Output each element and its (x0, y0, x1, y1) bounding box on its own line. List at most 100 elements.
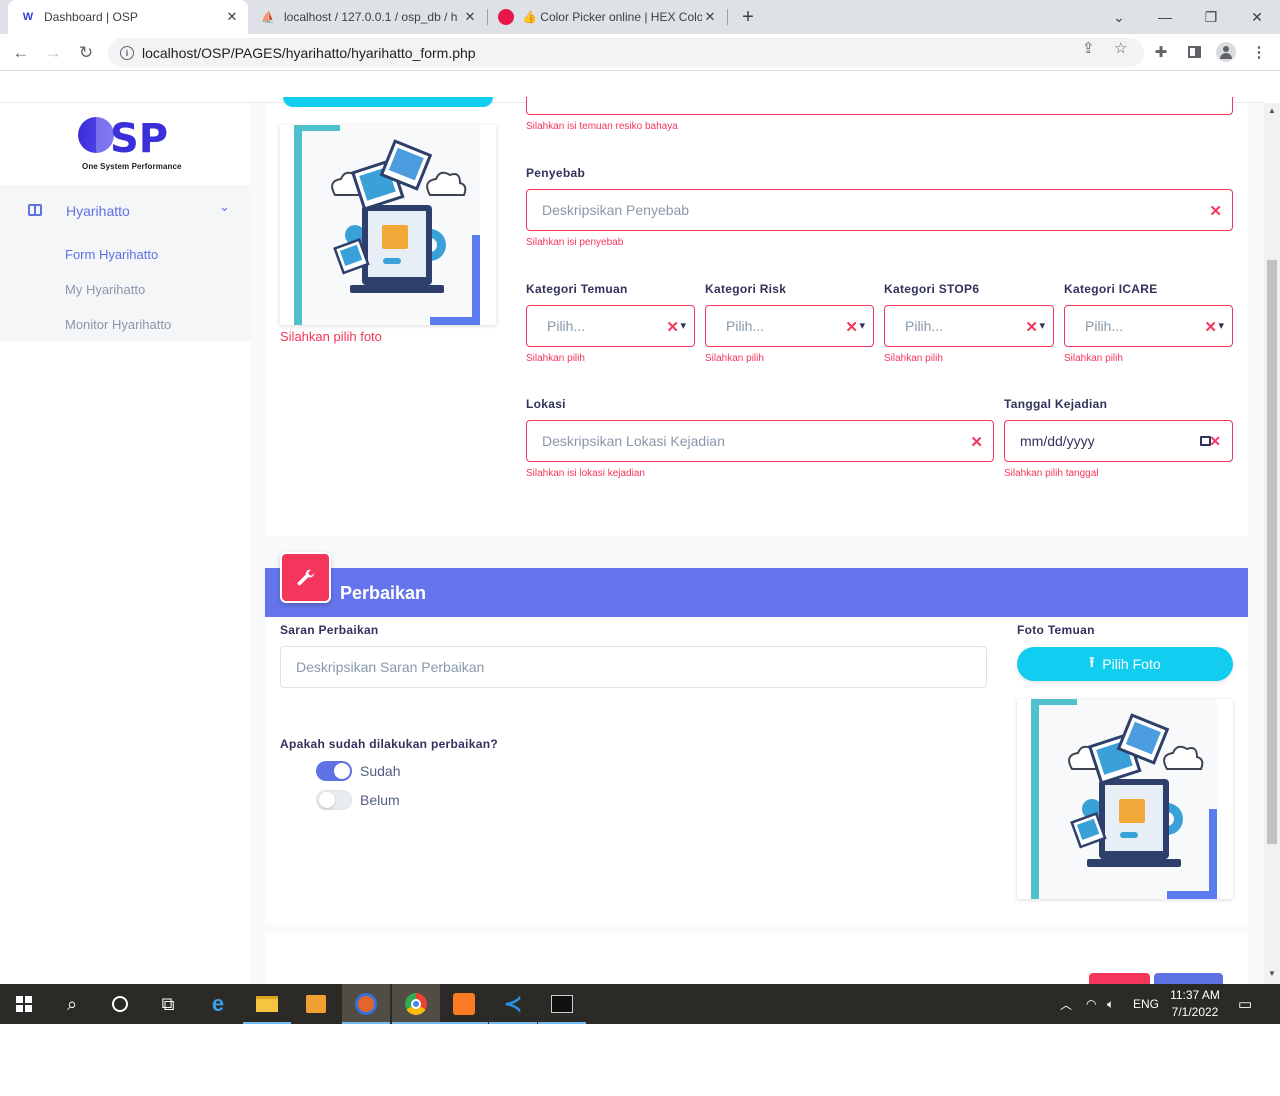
tab-title: 👍 Color Picker online | HEX Colo (522, 10, 702, 24)
xampp-icon[interactable] (440, 984, 488, 1024)
page-scrollbar[interactable]: ▲ ▼ (1264, 103, 1280, 984)
cancel-button[interactable] (1089, 973, 1150, 984)
temuan-input[interactable] (526, 97, 1233, 115)
tab-search-button[interactable]: ⌄ (1096, 0, 1142, 34)
sidebar-item-form-hyarihatto[interactable]: Form Hyarihatto (65, 247, 158, 262)
close-tab-icon[interactable]: ✕ (224, 9, 240, 25)
new-tab-button[interactable]: + (735, 0, 761, 34)
kategori-stop6-select[interactable]: Pilih... ✕ ▾ (884, 305, 1054, 347)
desktop-below (0, 1024, 1280, 1096)
belum-toggle[interactable] (316, 790, 352, 810)
file-explorer-icon[interactable] (243, 984, 291, 1024)
site-info-icon[interactable]: i (120, 45, 134, 60)
pilih-foto-label: Pilih Foto (1102, 656, 1161, 672)
browser-toolbar: ← → ↻ i localhost/OSP/PAGES/hyarihatto/h… (0, 34, 1280, 71)
chevron-down-icon: ▾ (680, 320, 686, 332)
kategori-temuan-label: Kategori Temuan (526, 282, 628, 296)
logo-subtitle: One System Performance (82, 162, 182, 171)
share-icon[interactable]: ⇪ (1082, 39, 1095, 57)
sidebar-section-hyarihatto: Hyarihatto ⌄ Form Hyarihatto My Hyarihat… (0, 185, 250, 341)
extensions-puzzle-icon[interactable]: ✚ (1151, 42, 1171, 62)
cortana-icon[interactable] (96, 984, 144, 1024)
kategori-stop6-label: Kategori STOP6 (884, 282, 980, 296)
menu-kebab-icon[interactable]: ⋮ (1249, 42, 1269, 62)
bookmark-star-icon[interactable]: ☆ (1114, 39, 1127, 57)
side-panel-icon[interactable] (1184, 42, 1204, 62)
network-icon[interactable]: ◠ (1086, 984, 1096, 1024)
perbaikan-question: Apakah sudah dilakukan perbaikan? (280, 737, 498, 751)
windows-start-icon[interactable] (0, 984, 48, 1024)
kategori-risk-label: Kategori Risk (705, 282, 787, 296)
saran-input[interactable]: Deskripsikan Saran Perbaikan (280, 646, 987, 688)
windows-logo-glyph (16, 996, 32, 1012)
chevron-down-icon: ⌄ (219, 199, 230, 214)
terminal-icon[interactable] (538, 984, 586, 1024)
sidebar-item-monitor-hyarihatto[interactable]: Monitor Hyarihatto (65, 317, 171, 332)
select-placeholder: Pilih... (905, 318, 944, 334)
sidebar-item-hyarihatto[interactable]: Hyarihatto ⌄ (0, 185, 250, 237)
notification-icon[interactable]: ▭ (1238, 984, 1252, 1024)
tanggal-input[interactable]: mm/dd/yyyy ✕ (1004, 420, 1233, 462)
lokasi-input[interactable]: Deskripsikan Lokasi Kejadian ✕ (526, 420, 994, 462)
scroll-down-arrow-icon[interactable]: ▼ (1268, 969, 1276, 978)
kategori-stop6-error: Silahkan pilih (884, 353, 943, 364)
penyebab-input[interactable]: Deskripsikan Penyebab ✕ (526, 189, 1233, 231)
close-window-button[interactable]: ✕ (1234, 0, 1280, 34)
search-icon[interactable]: ⌕ (48, 984, 96, 1024)
firefox-icon[interactable] (342, 984, 390, 1024)
windows-taskbar: ⌕ ⧉ e ≺ ︿ ◠ 🔈︎ ENG 11:37 AM 7/1/2022 ▭ (0, 984, 1280, 1024)
tab-title: localhost / 127.0.0.1 / osp_db / h (284, 10, 458, 24)
scroll-thumb[interactable] (1267, 260, 1277, 844)
pilih-foto-button[interactable]: ⭱ Pilih Foto (1017, 647, 1233, 681)
invalid-x-icon: ✕ (845, 319, 858, 336)
sidebar: SP One System Performance Hyarihatto ⌄ F… (0, 103, 250, 984)
photo-preview[interactable] (280, 125, 496, 325)
chrome-icon[interactable] (392, 984, 440, 1024)
close-tab-icon[interactable]: ✕ (462, 9, 478, 25)
restore-button[interactable]: ❐ (1188, 0, 1234, 34)
browser-tab-colorpicker[interactable]: 👍 Color Picker online | HEX Colo ✕ (490, 0, 726, 34)
reload-icon[interactable]: ↻ (73, 40, 99, 66)
photo-error: Silahkan pilih foto (280, 329, 382, 344)
vscode-icon[interactable]: ≺ (489, 984, 537, 1024)
sudah-toggle[interactable] (316, 761, 352, 781)
tab-separator (487, 9, 488, 25)
foto-temuan-preview[interactable] (1017, 699, 1233, 899)
chevron-down-icon: ▾ (1039, 320, 1045, 332)
lokasi-label: Lokasi (526, 397, 566, 411)
sidebar-item-my-hyarihatto[interactable]: My Hyarihatto (65, 282, 145, 297)
colorpicker-favicon-icon (498, 9, 514, 25)
close-tab-icon[interactable]: ✕ (702, 9, 718, 25)
address-bar[interactable]: i localhost/OSP/PAGES/hyarihatto/hyariha… (108, 38, 1144, 67)
penyebab-placeholder: Deskripsikan Penyebab (542, 202, 690, 218)
plus-icon: + (742, 5, 754, 28)
kategori-risk-select[interactable]: Pilih... ✕ ▾ (705, 305, 874, 347)
scroll-up-arrow-icon[interactable]: ▲ (1268, 106, 1276, 115)
internet-explorer-icon[interactable]: e (194, 984, 242, 1024)
back-arrow-icon[interactable]: ← (8, 40, 34, 66)
media-player-icon[interactable] (292, 984, 340, 1024)
penyebab-error: Silahkan isi penyebab (526, 237, 624, 248)
sudah-label[interactable]: Sudah (360, 763, 400, 779)
clock[interactable]: 11:37 AM 7/1/2022 (1162, 987, 1228, 1021)
kategori-temuan-select[interactable]: Pilih... ✕ ▾ (526, 305, 695, 347)
task-view-icon[interactable]: ⧉ (144, 984, 192, 1024)
show-hidden-icons[interactable]: ︿ (1060, 984, 1072, 1024)
kategori-icare-error: Silahkan pilih (1064, 353, 1123, 364)
tanggal-value: mm/dd/yyyy (1020, 433, 1095, 449)
belum-label[interactable]: Belum (360, 792, 400, 808)
kategori-icare-select[interactable]: Pilih... ✕ ▾ (1064, 305, 1233, 347)
profile-avatar-icon[interactable] (1216, 42, 1236, 62)
forward-arrow-icon[interactable]: → (40, 40, 66, 66)
browser-tab-strip: W Dashboard | OSP ✕ ⛵ localhost / 127.0.… (0, 0, 1280, 34)
volume-muted-icon[interactable]: 🔈︎ (1107, 984, 1114, 1024)
upload-button-partial[interactable] (283, 97, 493, 107)
url-text: localhost/OSP/PAGES/hyarihatto/hyarihatt… (142, 44, 476, 61)
invalid-x-icon: ✕ (1209, 203, 1222, 220)
submit-button[interactable] (1154, 973, 1223, 984)
language-indicator[interactable]: ENG (1133, 984, 1159, 1024)
browser-tab-dashboard[interactable]: W Dashboard | OSP ✕ (8, 0, 248, 34)
kategori-temuan-error: Silahkan pilih (526, 353, 585, 364)
browser-tab-phpmyadmin[interactable]: ⛵ localhost / 127.0.0.1 / osp_db / h ✕ (250, 0, 486, 34)
minimize-button[interactable]: — (1142, 0, 1188, 34)
